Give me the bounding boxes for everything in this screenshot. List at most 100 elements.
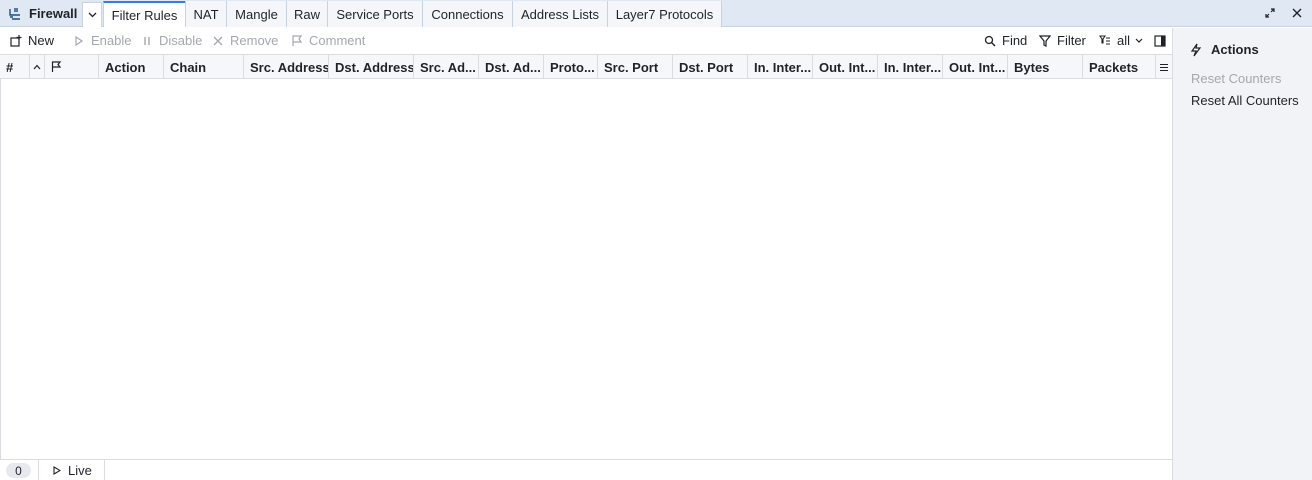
tab-bar: Firewall Filter Rules NAT Mangle Raw Ser… bbox=[0, 0, 1312, 27]
column-header-protocol[interactable]: Proto... bbox=[544, 55, 598, 79]
find-button[interactable]: Find bbox=[984, 28, 1027, 53]
chevron-down-icon bbox=[88, 12, 96, 18]
column-header-bytes[interactable]: Bytes bbox=[1008, 55, 1083, 79]
close-icon bbox=[1292, 8, 1302, 18]
remove-button[interactable]: Remove bbox=[212, 28, 278, 53]
play-icon bbox=[75, 35, 84, 46]
new-button[interactable]: New bbox=[10, 28, 54, 53]
sort-asc-indicator[interactable] bbox=[30, 55, 45, 79]
reset-counters-action[interactable]: Reset Counters bbox=[1191, 71, 1281, 86]
actions-title-text: Actions bbox=[1211, 42, 1259, 57]
remove-icon bbox=[213, 36, 223, 45]
column-label: In. Inter... bbox=[884, 59, 942, 75]
row-count-badge: 0 bbox=[6, 463, 31, 478]
flag-icon bbox=[51, 61, 62, 72]
menu-icon bbox=[1160, 63, 1168, 71]
pause-icon bbox=[144, 36, 150, 45]
tabs-dropdown-button[interactable] bbox=[82, 2, 102, 27]
comment-label: Comment bbox=[309, 33, 366, 48]
column-header-out-interface[interactable]: Out. Int... bbox=[813, 55, 878, 79]
column-label: Proto... bbox=[550, 59, 595, 75]
new-label: New bbox=[28, 33, 55, 48]
tab-service-ports[interactable]: Service Ports bbox=[327, 1, 422, 27]
app-title: Firewall bbox=[0, 0, 77, 27]
column-label: Packets bbox=[1089, 59, 1139, 75]
tab-layer7-protocols[interactable]: Layer7 Protocols bbox=[607, 1, 722, 27]
row-count: 0 bbox=[15, 463, 22, 478]
column-header-dst-address-list[interactable]: Dst. Ad... bbox=[479, 55, 544, 79]
column-label: Bytes bbox=[1014, 59, 1050, 75]
tab-label: Service Ports bbox=[336, 6, 414, 22]
status-bar: 0 Live bbox=[0, 459, 1172, 480]
view-filter-select[interactable]: all bbox=[1099, 28, 1143, 53]
column-label: In. Inter... bbox=[754, 59, 812, 75]
tab-label: Connections bbox=[431, 6, 504, 22]
table-body[interactable] bbox=[0, 79, 1172, 459]
column-label: Action bbox=[105, 59, 146, 75]
tab-mangle[interactable]: Mangle bbox=[226, 1, 286, 27]
live-toggle-button[interactable]: Live bbox=[38, 460, 105, 480]
column-label: Src. Address bbox=[250, 59, 329, 75]
comment-button[interactable]: Comment bbox=[291, 28, 365, 53]
action-label: Reset All Counters bbox=[1191, 93, 1299, 108]
tab-label: Mangle bbox=[235, 6, 278, 22]
enable-label: Enable bbox=[91, 33, 132, 48]
restore-window-button[interactable] bbox=[1261, 4, 1279, 22]
tab-filter-rules[interactable]: Filter Rules bbox=[103, 1, 185, 27]
view-filter-value: all bbox=[1117, 33, 1131, 48]
chevron-down-icon bbox=[1135, 38, 1143, 43]
column-header-src-address-list[interactable]: Src. Ad... bbox=[414, 55, 479, 79]
tab-connections[interactable]: Connections bbox=[422, 1, 512, 27]
column-header-src-port[interactable]: Src. Port bbox=[598, 55, 673, 79]
tab-address-lists[interactable]: Address Lists bbox=[512, 1, 607, 27]
column-header-in-interface[interactable]: In. Inter... bbox=[748, 55, 813, 79]
column-label: Dst. Ad... bbox=[485, 59, 541, 75]
sidebar-toggle-icon bbox=[1154, 34, 1166, 47]
column-menu-button[interactable] bbox=[1156, 55, 1172, 79]
play-icon bbox=[53, 466, 61, 475]
column-label: Dst. Address bbox=[335, 59, 414, 75]
tab-raw[interactable]: Raw bbox=[286, 1, 327, 27]
enable-button[interactable]: Enable bbox=[73, 28, 131, 53]
find-label: Find bbox=[1002, 33, 1028, 48]
toggle-panel-button[interactable] bbox=[1154, 28, 1172, 53]
close-window-button[interactable] bbox=[1288, 4, 1306, 22]
column-label: Chain bbox=[170, 59, 207, 75]
flag-icon bbox=[292, 34, 303, 46]
tab-label: Layer7 Protocols bbox=[615, 6, 714, 22]
column-label: Src. Port bbox=[604, 59, 659, 75]
column-header-out-interface-list[interactable]: Out. Int... bbox=[943, 55, 1008, 79]
reset-all-counters-action[interactable]: Reset All Counters bbox=[1191, 93, 1299, 108]
actions-panel: Actions Reset Counters Reset All Counter… bbox=[1172, 28, 1312, 480]
chevron-up-icon bbox=[33, 64, 41, 70]
action-label: Reset Counters bbox=[1191, 71, 1282, 86]
column-label: # bbox=[6, 59, 14, 75]
toolbar: New Enable Disable Remove Comment Find F… bbox=[0, 28, 1172, 53]
column-label: Out. Int... bbox=[949, 59, 1006, 75]
disable-button[interactable]: Disable bbox=[141, 28, 202, 53]
disable-label: Disable bbox=[159, 33, 203, 48]
remove-label: Remove bbox=[230, 33, 279, 48]
column-label: Out. Int... bbox=[819, 59, 876, 75]
column-header-number[interactable]: # bbox=[0, 55, 30, 79]
search-icon bbox=[984, 35, 996, 46]
column-header-packets[interactable]: Packets bbox=[1083, 55, 1156, 79]
firewall-icon bbox=[9, 7, 20, 20]
filter-label: Filter bbox=[1057, 33, 1086, 48]
tab-label: NAT bbox=[193, 6, 219, 22]
column-header-in-interface-list[interactable]: In. Inter... bbox=[878, 55, 943, 79]
column-header-dst-port[interactable]: Dst. Port bbox=[673, 55, 748, 79]
list-filter-icon bbox=[1099, 34, 1110, 45]
column-header-chain[interactable]: Chain bbox=[164, 55, 244, 79]
column-header-dst-address[interactable]: Dst. Address bbox=[329, 55, 414, 79]
filter-button[interactable]: Filter bbox=[1039, 28, 1086, 53]
column-header-src-address[interactable]: Src. Address bbox=[244, 55, 329, 79]
tab-label: Address Lists bbox=[520, 6, 600, 22]
actions-icon bbox=[1190, 43, 1202, 56]
column-label: Src. Ad... bbox=[420, 59, 476, 75]
column-header-comment-flag[interactable] bbox=[45, 55, 99, 79]
column-header-action[interactable]: Action bbox=[99, 55, 164, 79]
actions-title: Actions bbox=[1189, 42, 1259, 57]
tab-nat[interactable]: NAT bbox=[185, 1, 226, 27]
filter-icon bbox=[1039, 34, 1051, 47]
